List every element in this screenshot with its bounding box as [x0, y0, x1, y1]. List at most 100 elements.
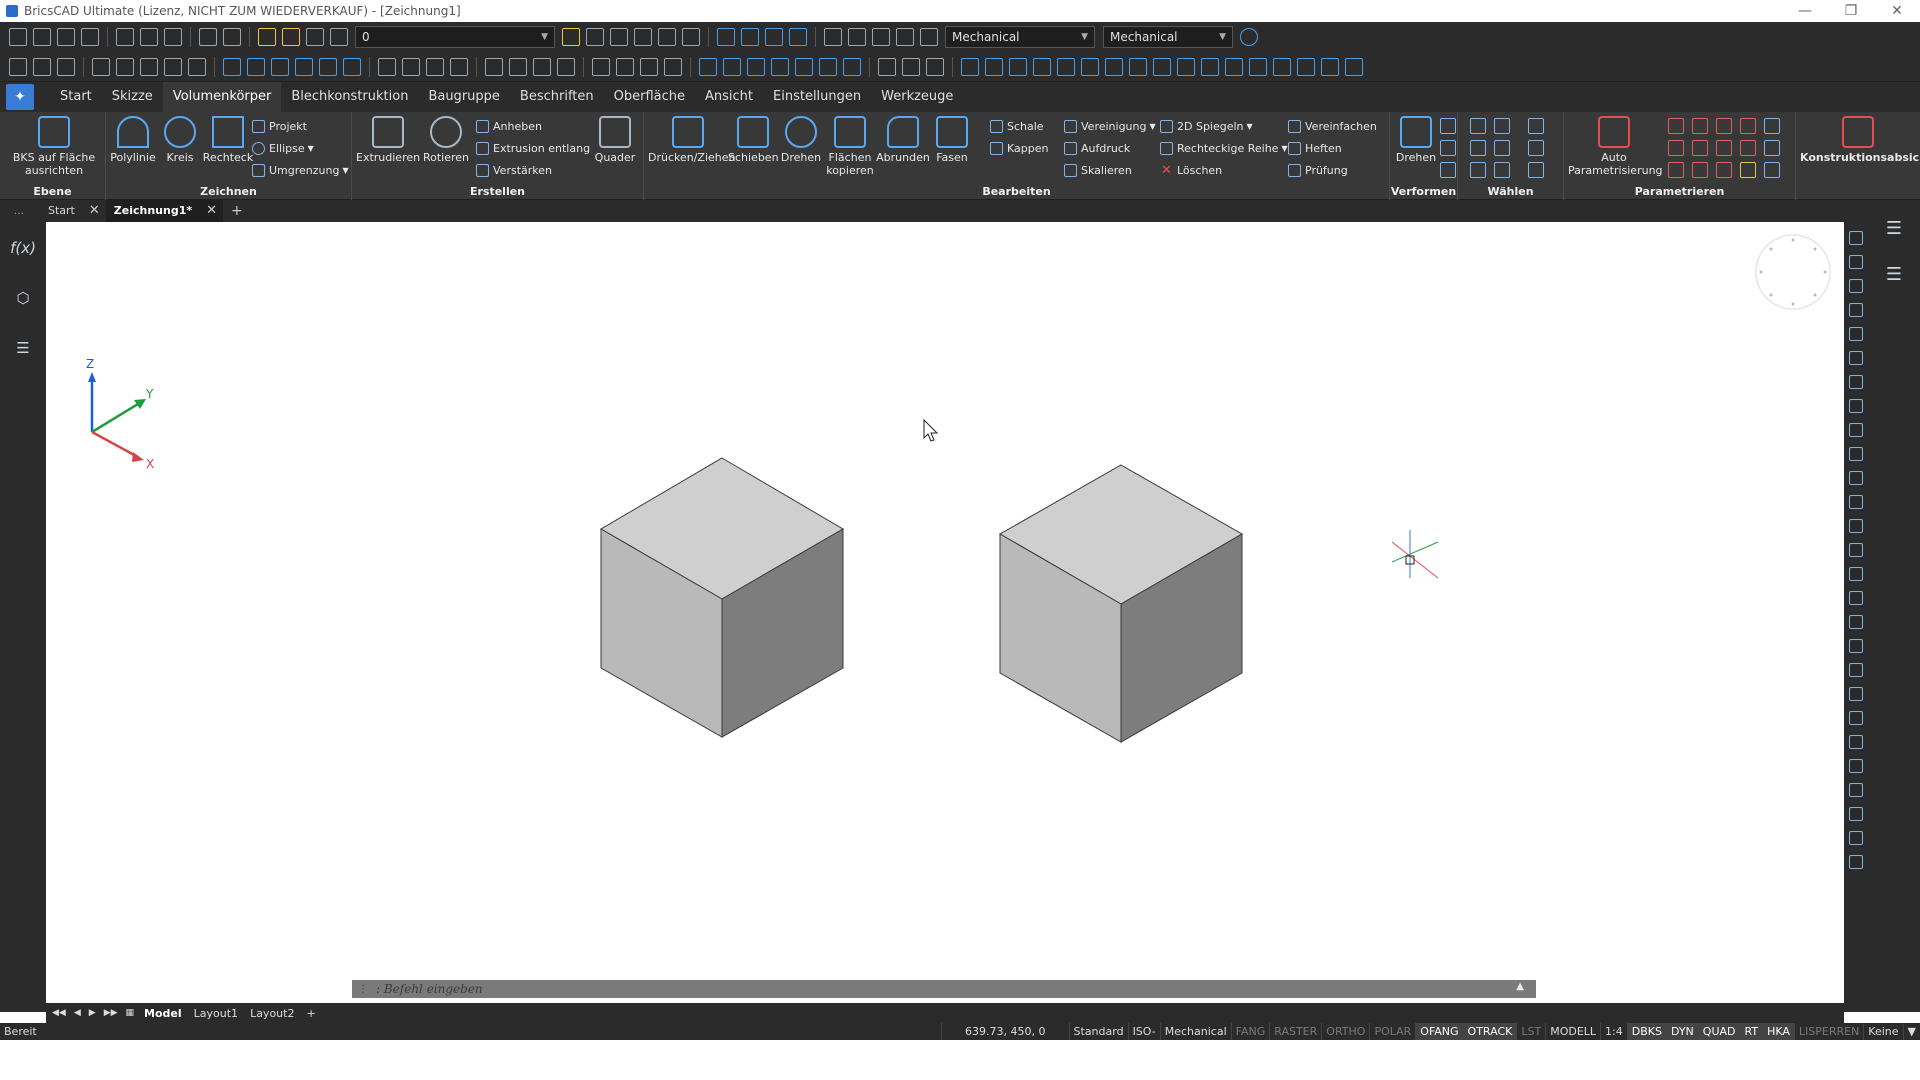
trim-icon[interactable]	[1849, 567, 1863, 581]
status-toggle-dbks[interactable]: DBKS	[1626, 1023, 1666, 1040]
tab-volumenkoerper[interactable]: Volumenkörper	[162, 82, 282, 112]
visual-style-icon[interactable]	[741, 28, 759, 46]
umgrenzung-button[interactable]: Umgrenzung ▼	[252, 161, 349, 179]
rechteckige-reihe-button[interactable]: Rechteckige Reihe ▼	[1160, 139, 1288, 157]
layout-tab-model[interactable]: Model	[138, 1007, 188, 1020]
vereinigung-button[interactable]: Vereinigung ▼	[1064, 117, 1156, 135]
verstaerken-button[interactable]: Verstärken	[476, 161, 552, 179]
status-menu-icon[interactable]: ▼	[1902, 1023, 1920, 1040]
status-toggle-iso-25[interactable]: ISO-25	[1127, 1023, 1160, 1055]
align-icon[interactable]	[1321, 57, 1339, 76]
select-edges-icon[interactable]	[1494, 118, 1510, 134]
save-as-icon[interactable]	[81, 28, 99, 46]
polyline-icon[interactable]	[33, 57, 51, 76]
arc-icon[interactable]	[92, 57, 110, 76]
constraint-symmetric-icon[interactable]	[1716, 140, 1732, 156]
layout-list-icon[interactable]: ▦	[126, 1008, 135, 1018]
abrunden-button[interactable]: Abrunden	[876, 116, 930, 164]
transform-icon[interactable]	[1849, 399, 1863, 413]
tab-blechkonstruktion[interactable]: Blechkonstruktion	[281, 82, 418, 112]
constraint-rigid-icon[interactable]	[1740, 140, 1756, 156]
extrudieren-button[interactable]: Extrudieren	[356, 116, 420, 164]
view-navigation-wheel-icon[interactable]	[1755, 234, 1831, 310]
workspace-select[interactable]: Mechanical ▼	[945, 26, 1095, 48]
edit-icon[interactable]	[1849, 327, 1863, 341]
status-toggle-standard[interactable]: Standard	[1068, 1023, 1128, 1040]
redo-icon[interactable]	[223, 28, 241, 46]
doc-tab-zeichnung1[interactable]: Zeichnung1* ✕	[105, 200, 224, 222]
intersect-icon[interactable]	[747, 57, 765, 76]
aufdruck-button[interactable]: Aufdruck	[1064, 139, 1130, 157]
tab-oberflaeche[interactable]: Oberfläche	[604, 82, 695, 112]
wedge-icon[interactable]	[509, 57, 527, 76]
solid-edit-icon[interactable]	[843, 57, 861, 76]
status-toggle-lisperren[interactable]: LISPERREN	[1793, 1023, 1863, 1040]
edit-text-icon[interactable]	[1849, 783, 1863, 797]
select-holes-icon[interactable]	[1528, 140, 1544, 156]
print-preview-icon[interactable]	[164, 28, 182, 46]
select-similar-icon[interactable]	[1470, 140, 1486, 156]
mechanical-browser-icon[interactable]: ⬡	[9, 284, 37, 312]
add-tab-icon[interactable]: +	[231, 203, 243, 219]
status-toggle-ortho[interactable]: ORTHO	[1321, 1023, 1369, 1040]
join-icon[interactable]	[1849, 615, 1863, 629]
text-icon[interactable]	[450, 57, 468, 76]
chamfer-icon[interactable]	[1273, 57, 1291, 76]
solid-box-2[interactable]	[998, 464, 1244, 743]
torus-icon[interactable]	[616, 57, 634, 76]
heften-button[interactable]: Heften	[1288, 139, 1342, 157]
layout-tab-layout1[interactable]: Layout1	[188, 1007, 244, 1020]
copy-icon[interactable]	[1849, 255, 1863, 269]
help-icon[interactable]	[1240, 28, 1258, 46]
tab-werkzeuge[interactable]: Werkzeuge	[871, 82, 963, 112]
pedit-icon[interactable]	[1849, 855, 1863, 869]
add-layout-icon[interactable]: +	[300, 1007, 321, 1020]
undo-icon[interactable]	[199, 28, 217, 46]
chamfer-icon[interactable]	[1849, 687, 1863, 701]
polylinie-button[interactable]: Polylinie	[108, 116, 158, 164]
mtext-icon[interactable]	[426, 57, 444, 76]
constraint-fix-icon[interactable]	[1740, 118, 1756, 134]
align-icon[interactable]	[1849, 375, 1863, 389]
edit-pline-icon[interactable]	[1849, 807, 1863, 821]
constraint-distance-icon[interactable]	[1716, 162, 1732, 178]
status-toggle-otrack[interactable]: OTRACK	[1462, 1023, 1517, 1040]
document-icon[interactable]	[896, 28, 914, 46]
snap-icon[interactable]	[610, 28, 628, 46]
measure-icon[interactable]	[1849, 735, 1863, 749]
minimize-icon[interactable]: —	[1782, 0, 1828, 22]
constraint-dimension-icon[interactable]	[1764, 118, 1780, 134]
pan-icon[interactable]	[562, 28, 580, 46]
kreis-button[interactable]: Kreis	[158, 116, 202, 164]
spline-icon[interactable]	[164, 57, 182, 76]
copy-icon[interactable]	[985, 57, 1003, 76]
extend-icon[interactable]	[1849, 543, 1863, 557]
view-cube-icon[interactable]	[717, 28, 735, 46]
explode-icon[interactable]	[1849, 711, 1863, 725]
rotieren-button[interactable]: Rotieren	[420, 116, 472, 164]
schale-button[interactable]: Schale	[990, 117, 1044, 135]
expand-history-icon[interactable]: ▲	[1516, 981, 1524, 992]
skalieren-button[interactable]: Skalieren	[1064, 161, 1132, 179]
quader-button[interactable]: Quader	[592, 116, 638, 164]
offset-icon[interactable]	[1105, 57, 1123, 76]
status-toggle-quad[interactable]: QUAD	[1697, 1023, 1740, 1040]
bend-icon[interactable]	[1440, 118, 1456, 134]
command-line[interactable]: ⋮ : Befehl eingeben ▲	[352, 980, 1536, 998]
status-toggle-keine[interactable]: Keine	[1863, 1023, 1902, 1040]
constraint-coincident-icon[interactable]	[1668, 118, 1684, 134]
constraint-tangent-icon[interactable]	[1668, 140, 1684, 156]
rotate-icon[interactable]	[1849, 279, 1863, 293]
cylinder-icon[interactable]	[592, 57, 610, 76]
lengthen-icon[interactable]	[1849, 639, 1863, 653]
spiegeln-2d-button[interactable]: 2D Spiegeln ▼	[1160, 117, 1253, 135]
revolve-icon[interactable]	[1849, 423, 1863, 437]
match-properties-icon[interactable]	[586, 28, 604, 46]
properties-icon[interactable]	[848, 28, 866, 46]
constraint-bar-icon[interactable]	[1764, 162, 1780, 178]
auto-parametrisierung-button[interactable]: Auto Parametrisierung	[1568, 116, 1663, 177]
union-icon[interactable]	[699, 57, 717, 76]
circle-icon[interactable]	[116, 57, 134, 76]
first-layout-icon[interactable]: ◀◀	[52, 1008, 66, 1018]
view-front-icon[interactable]	[902, 57, 920, 76]
